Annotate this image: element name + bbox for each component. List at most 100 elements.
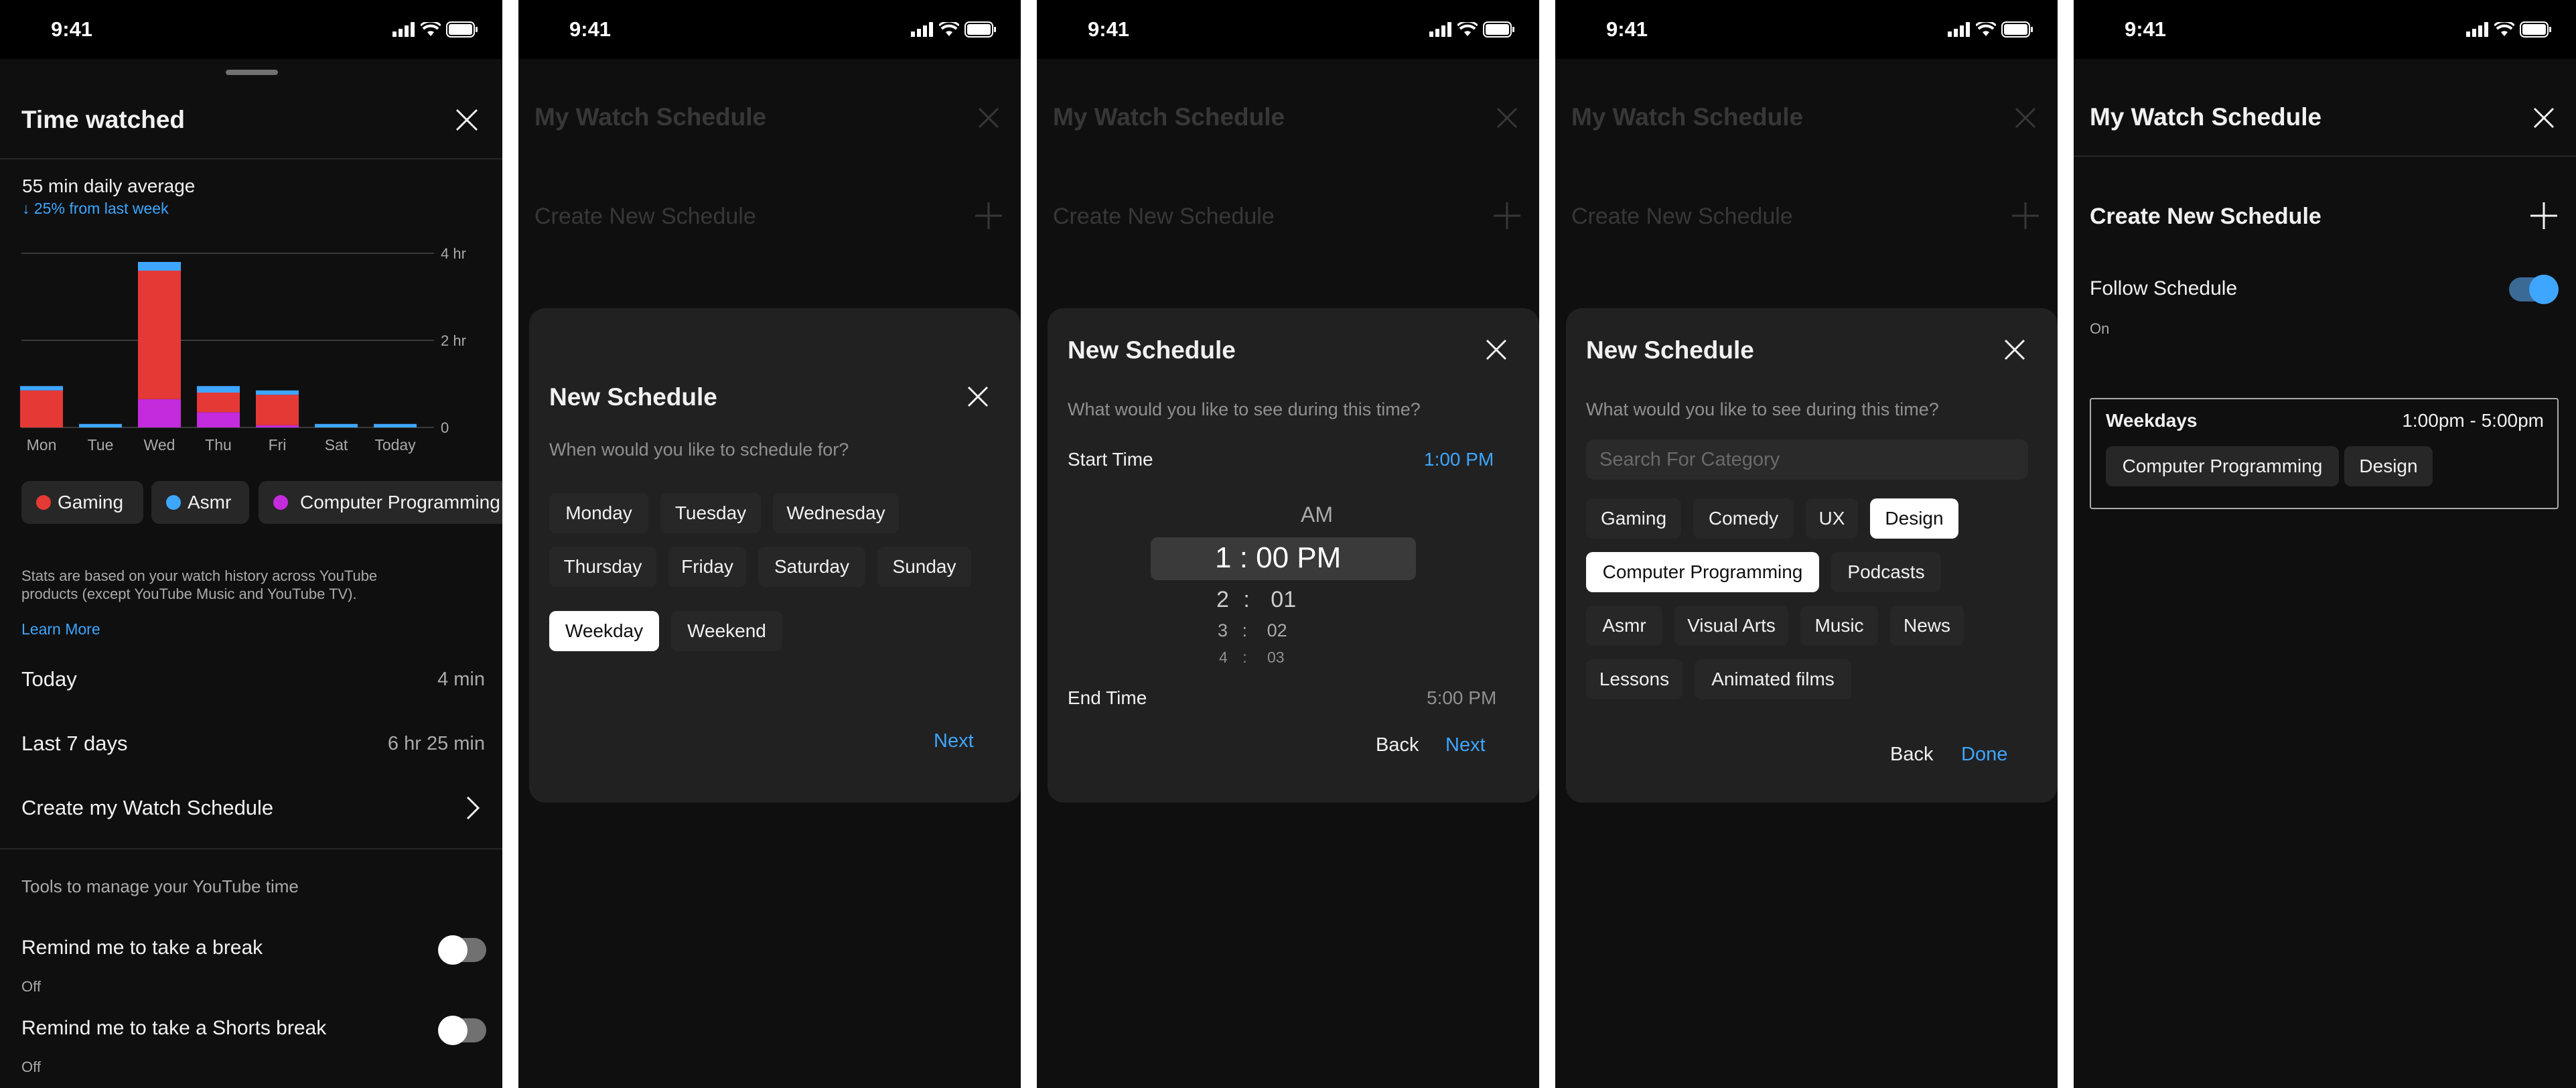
- back-button[interactable]: Back: [1890, 744, 1933, 766]
- picker-hour: 2: [1216, 587, 1229, 612]
- group-chip-weekend[interactable]: Weekend: [671, 611, 782, 651]
- category-chip-podcasts[interactable]: Podcasts: [1831, 552, 1941, 592]
- today-row[interactable]: Today 4 min: [21, 667, 485, 694]
- my-watch-schedule-screen: 9:41 My Watch Schedule Create New Schedu…: [2074, 0, 2576, 1088]
- day-chip-wednesday[interactable]: Wednesday: [773, 493, 899, 533]
- remind-shorts-break-toggle[interactable]: [438, 1016, 486, 1045]
- category-search-input[interactable]: Search For Category: [1586, 439, 2028, 480]
- x-tick-label: Today: [374, 436, 416, 454]
- signal-icon: [1948, 22, 1970, 37]
- day-chip-friday[interactable]: Friday: [668, 547, 746, 587]
- wifi-icon: [2494, 22, 2514, 36]
- category-chip-gaming[interactable]: Gaming: [1586, 498, 1681, 539]
- category-chip-computer-programming[interactable]: Computer Programming: [1586, 552, 1819, 592]
- add-schedule-plus-icon[interactable]: [2530, 202, 2557, 229]
- category-chip-design[interactable]: Design: [1870, 498, 1958, 539]
- day-chip-tuesday[interactable]: Tuesday: [660, 493, 761, 533]
- category-chip-visual-arts[interactable]: Visual Arts: [1674, 606, 1788, 646]
- bg-page-title: My Watch Schedule: [1053, 103, 1285, 131]
- new-schedule-days-screen: 9:41 My Watch Schedule Create New Schedu…: [518, 0, 1021, 1088]
- close-icon[interactable]: [2004, 339, 2025, 360]
- drag-handle[interactable]: [226, 70, 278, 75]
- last-7-days-value: 6 hr 25 min: [387, 733, 485, 754]
- divider: [2074, 155, 2576, 157]
- last-7-days-row[interactable]: Last 7 days 6 hr 25 min: [21, 732, 485, 758]
- status-icons: [2466, 21, 2552, 38]
- category-chip-animated-films[interactable]: Animated films: [1695, 659, 1851, 699]
- bar-segment-asmr: [374, 423, 417, 427]
- wifi-icon: [1457, 22, 1478, 36]
- bg-page-title: My Watch Schedule: [1571, 103, 1804, 131]
- close-icon: [2015, 107, 2036, 129]
- create-watch-schedule-row[interactable]: Create my Watch Schedule: [21, 796, 484, 825]
- plus-icon: [1494, 202, 1520, 229]
- follow-schedule-label: Follow Schedule: [2090, 277, 2238, 299]
- category-chip-comedy[interactable]: Comedy: [1693, 498, 1794, 539]
- close-icon[interactable]: [455, 109, 478, 131]
- status-bar: 9:41: [1037, 0, 1539, 59]
- bar-segment-gaming: [256, 395, 299, 425]
- close-icon: [1496, 107, 1518, 129]
- remind-break-label: Remind me to take a break: [21, 937, 263, 959]
- status-time: 9:41: [51, 17, 93, 41]
- day-chip-monday[interactable]: Monday: [549, 493, 648, 533]
- done-button[interactable]: Done: [1961, 744, 2007, 766]
- dialog-title: New Schedule: [549, 383, 717, 411]
- schedule-days: Weekdays: [2106, 410, 2198, 431]
- time-picker[interactable]: AM 1 : 00 PM 2 : 01 3 : 02 4 : 03: [1048, 502, 1539, 677]
- category-chip-asmr[interactable]: Asmr: [1586, 606, 1662, 646]
- learn-more-link[interactable]: Learn More: [21, 620, 100, 638]
- next-button[interactable]: Next: [934, 730, 974, 752]
- picker-ampm: AM: [1301, 502, 1333, 527]
- follow-schedule-toggle[interactable]: [2509, 275, 2559, 304]
- next-button[interactable]: Next: [1445, 734, 1486, 756]
- close-icon[interactable]: [1486, 339, 1507, 360]
- status-bar: 9:41: [2074, 0, 2576, 59]
- category-chip-news[interactable]: News: [1890, 606, 1964, 646]
- back-button[interactable]: Back: [1376, 734, 1419, 756]
- bar-segment-gaming: [138, 271, 181, 399]
- signal-icon: [392, 22, 415, 37]
- bg-create-label: Create New Schedule: [1571, 204, 1793, 229]
- close-icon[interactable]: [2533, 107, 2555, 129]
- battery-icon: [2520, 21, 2551, 38]
- bar-segment-computer-programming: [138, 399, 181, 427]
- category-chip-lessons[interactable]: Lessons: [1586, 659, 1683, 699]
- category-chip-music[interactable]: Music: [1800, 606, 1878, 646]
- close-icon[interactable]: [967, 386, 989, 407]
- bar-segment-asmr: [197, 386, 240, 393]
- status-time: 9:41: [2125, 17, 2167, 41]
- bg-create-label: Create New Schedule: [1053, 204, 1275, 229]
- end-time-label: End Time: [1068, 687, 1147, 708]
- status-icons: [1948, 21, 2033, 38]
- toggle-knob: [438, 935, 468, 965]
- stats-note: Stats are based on your watch history ac…: [21, 567, 378, 602]
- status-time: 9:41: [1088, 17, 1130, 41]
- legend-chip-programming[interactable]: Computer Programming: [259, 481, 502, 524]
- legend-label-programming: Computer Programming: [300, 492, 500, 513]
- day-chip-sunday[interactable]: Sunday: [877, 547, 971, 587]
- day-chip-saturday[interactable]: Saturday: [758, 547, 865, 587]
- follow-schedule-state: On: [2090, 320, 2110, 337]
- divider: [0, 848, 502, 849]
- picker-row: 3 : 02: [1218, 620, 1287, 641]
- daily-average: 55 min daily average: [22, 176, 196, 196]
- day-chip-thursday[interactable]: Thursday: [549, 547, 656, 587]
- group-chip-weekday[interactable]: Weekday: [549, 611, 659, 651]
- y-tick-label: 4 hr: [441, 245, 466, 262]
- battery-icon: [1483, 21, 1514, 38]
- bar-segment-asmr: [315, 423, 358, 427]
- picker-hour: 4: [1219, 649, 1228, 666]
- start-time-value[interactable]: 1:00 PM: [1424, 449, 1494, 470]
- end-time-value[interactable]: 5:00 PM: [1427, 687, 1496, 709]
- remind-break-toggle[interactable]: [438, 935, 486, 965]
- toggle-knob: [438, 1016, 468, 1045]
- picker-row: 4 : 03: [1219, 649, 1285, 667]
- bar-segment-gaming: [20, 390, 63, 427]
- legend-chip-asmr[interactable]: Asmr: [151, 481, 249, 524]
- category-chip-ux[interactable]: UX: [1806, 498, 1858, 539]
- legend-chip-gaming[interactable]: Gaming: [21, 481, 143, 524]
- schedule-card[interactable]: Weekdays 1:00pm - 5:00pm Computer Progra…: [2090, 398, 2559, 509]
- legend-dot-asmr: [166, 495, 181, 510]
- new-schedule-dialog: New Schedule What would you like to see …: [1566, 308, 2058, 803]
